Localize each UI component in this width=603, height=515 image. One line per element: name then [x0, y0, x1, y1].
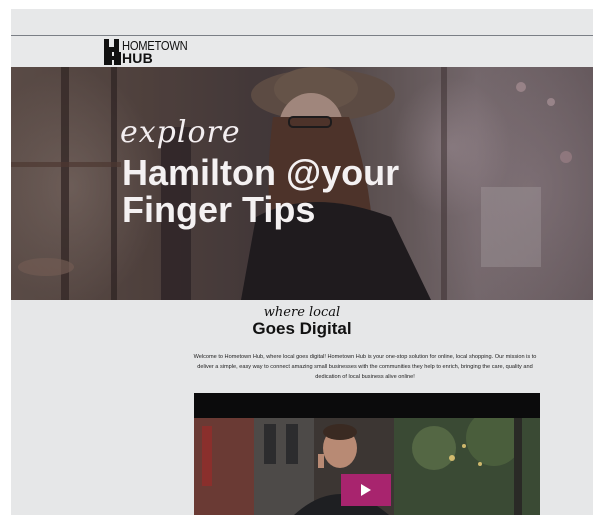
- play-icon: [361, 484, 371, 496]
- logo-line1: HOMETOWN: [122, 38, 188, 53]
- site-logo[interactable]: HOMETOWN HUB: [104, 39, 204, 65]
- section-title: Goes Digital: [252, 319, 352, 338]
- hero-title-line2: Finger Tips: [122, 189, 316, 230]
- video-player[interactable]: [194, 393, 540, 515]
- browser-top-strip: [11, 9, 593, 35]
- play-button[interactable]: [341, 474, 391, 506]
- section-script-text: where local: [263, 305, 341, 320]
- logo-text: HOMETOWN HUB: [122, 39, 198, 65]
- hero-script-text: explore: [120, 115, 241, 150]
- intro-paragraph: Welcome to Hometown Hub, where local goe…: [193, 354, 537, 380]
- page: HOMETOWN HUB explore Hamilton @your Fing…: [11, 9, 593, 515]
- site-header: HOMETOWN HUB: [11, 36, 593, 67]
- hero-title: Hamilton @your Finger Tips: [122, 154, 482, 228]
- logo-line2: HUB: [122, 50, 153, 66]
- hero-title-line1: Hamilton @your: [122, 152, 400, 193]
- hero-banner: explore Hamilton @your Finger Tips: [11, 67, 593, 300]
- intro-section: where local Goes Digital Welcome to Home…: [11, 300, 593, 515]
